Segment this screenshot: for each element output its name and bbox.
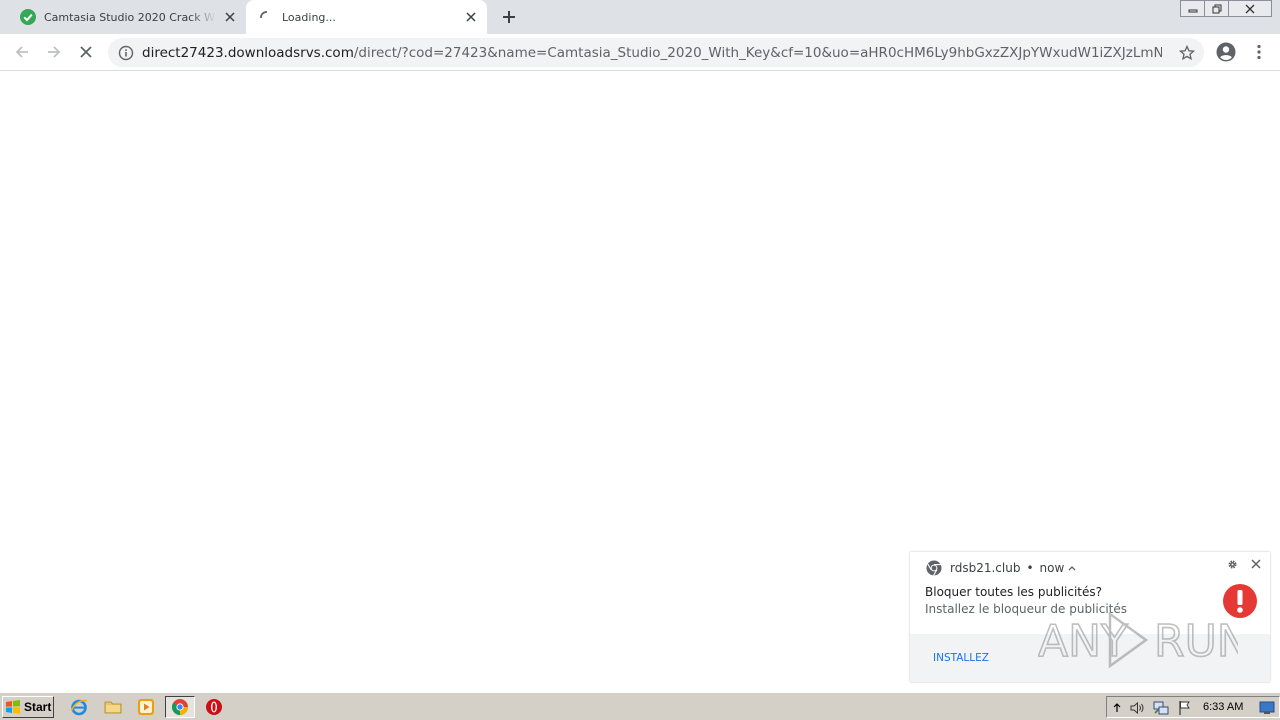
folder-icon[interactable] bbox=[104, 698, 122, 716]
window-controls bbox=[1180, 0, 1272, 18]
window-close-button[interactable] bbox=[1228, 0, 1272, 17]
more-vert-icon bbox=[1257, 44, 1261, 60]
taskbar: Start 6:33 AM bbox=[0, 692, 1280, 720]
notification-header: rdsb21.club • now bbox=[926, 560, 1076, 576]
tab-title: Loading... bbox=[282, 10, 336, 24]
tab-strip: Camtasia Studio 2020 Crack With Lic Load… bbox=[0, 0, 1280, 34]
forward-arrow-icon bbox=[48, 46, 61, 58]
tab-loading[interactable]: Loading... bbox=[246, 0, 487, 34]
check-circle-icon bbox=[20, 9, 36, 25]
url-text[interactable]: direct27423.downloadsrvs.com/direct/?cod… bbox=[142, 45, 1162, 61]
url-host: direct27423.downloadsrvs.com bbox=[142, 44, 354, 61]
account-icon bbox=[1216, 42, 1236, 62]
opera-icon[interactable] bbox=[205, 698, 223, 716]
tab-camtasia[interactable]: Camtasia Studio 2020 Crack With Lic bbox=[8, 0, 246, 34]
account-button[interactable] bbox=[1214, 40, 1238, 64]
start-label: Start bbox=[24, 700, 52, 714]
new-tab-button[interactable] bbox=[499, 7, 519, 27]
close-icon[interactable] bbox=[222, 9, 238, 25]
notification-time: now bbox=[1039, 561, 1065, 575]
address-bar[interactable]: direct27423.downloadsrvs.com/direct/?cod… bbox=[108, 38, 1204, 67]
stop-button[interactable] bbox=[74, 40, 98, 64]
forward-button[interactable] bbox=[42, 40, 66, 64]
close-icon[interactable] bbox=[1250, 558, 1262, 570]
action-center-flag-icon[interactable] bbox=[1177, 700, 1193, 716]
url-path: /direct/?cod=27423&name=Camtasia_Studio_… bbox=[353, 44, 1162, 61]
gear-icon[interactable] bbox=[1226, 558, 1238, 570]
star-icon[interactable] bbox=[1178, 44, 1196, 62]
chrome-taskbar-button[interactable] bbox=[165, 696, 195, 718]
show-hidden-icons-icon[interactable] bbox=[1109, 700, 1125, 716]
watermark-text-any: ANY bbox=[1038, 616, 1128, 667]
restore-button[interactable] bbox=[1204, 0, 1229, 17]
ie-icon[interactable] bbox=[70, 698, 88, 716]
watermark-text-run: RUN bbox=[1154, 616, 1238, 667]
back-arrow-icon bbox=[15, 46, 28, 58]
chevron-up-icon[interactable] bbox=[1068, 565, 1076, 571]
anyrun-watermark: ANY RUN bbox=[1037, 608, 1251, 672]
windows-flag-icon bbox=[6, 700, 20, 714]
close-icon[interactable] bbox=[463, 9, 479, 25]
notification-origin: rdsb21.club bbox=[950, 561, 1021, 575]
volume-icon[interactable] bbox=[1129, 700, 1145, 716]
loading-spinner-icon bbox=[258, 9, 274, 25]
info-icon[interactable] bbox=[118, 45, 134, 61]
network-icon[interactable] bbox=[1153, 700, 1169, 716]
clock: 6:33 AM bbox=[1203, 701, 1244, 713]
back-button[interactable] bbox=[10, 40, 34, 64]
minimize-button[interactable] bbox=[1180, 0, 1205, 17]
chrome-icon bbox=[172, 699, 188, 715]
system-tray: 6:33 AM bbox=[1106, 696, 1280, 718]
plus-icon bbox=[503, 11, 515, 23]
browser-toolbar: direct27423.downloadsrvs.com/direct/?cod… bbox=[0, 34, 1280, 71]
install-button[interactable]: INSTALLEZ bbox=[933, 652, 989, 664]
stop-icon bbox=[80, 46, 92, 58]
show-desktop-icon[interactable] bbox=[1259, 700, 1275, 716]
chrome-icon bbox=[926, 560, 942, 576]
media-player-icon[interactable] bbox=[137, 698, 155, 716]
start-button[interactable]: Start bbox=[2, 696, 54, 718]
notification-title: Bloquer toutes les publicités? bbox=[925, 585, 1102, 599]
tab-title: Camtasia Studio 2020 Crack With Lic bbox=[44, 10, 216, 24]
menu-button[interactable] bbox=[1247, 40, 1271, 64]
notification-separator: • bbox=[1026, 561, 1034, 575]
